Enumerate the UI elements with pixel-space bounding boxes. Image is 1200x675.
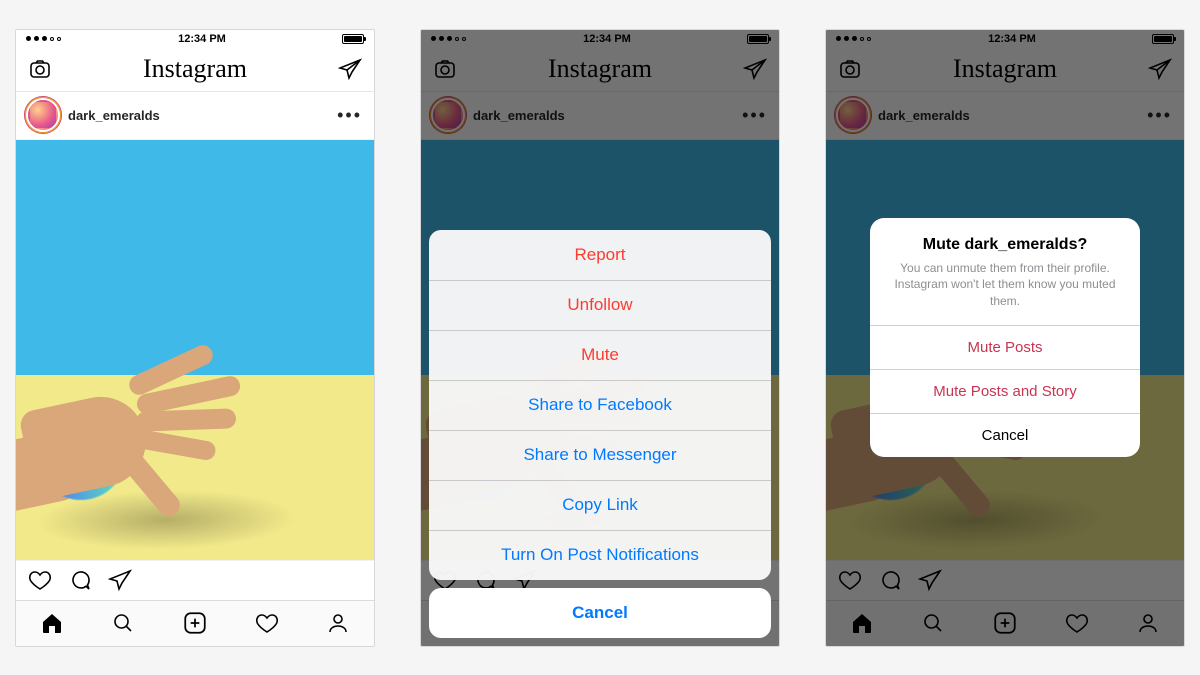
action-mute[interactable]: Mute <box>429 330 771 380</box>
activity-icon[interactable] <box>255 611 279 635</box>
home-icon[interactable] <box>40 611 64 635</box>
signal-indicator <box>26 36 62 41</box>
action-post-notifications[interactable]: Turn On Post Notifications <box>429 530 771 580</box>
action-sheet: Report Unfollow Mute Share to Facebook S… <box>429 230 771 580</box>
action-sheet-overlay[interactable]: Report Unfollow Mute Share to Facebook S… <box>421 30 779 646</box>
screen-mute-dialog: 12:34 PM Instagram dark_emeralds ••• <box>825 29 1185 647</box>
action-report[interactable]: Report <box>429 230 771 280</box>
add-post-icon[interactable] <box>182 610 208 636</box>
screen-action-sheet: 12:34 PM Instagram dark_emeralds ••• <box>420 29 780 647</box>
mute-posts-story-button[interactable]: Mute Posts and Story <box>870 369 1140 413</box>
tab-bar <box>16 600 374 646</box>
mute-dialog-title: Mute dark_emeralds? <box>886 236 1124 254</box>
action-cancel[interactable]: Cancel <box>429 588 771 638</box>
action-unfollow[interactable]: Unfollow <box>429 280 771 330</box>
mute-dialog: Mute dark_emeralds? You can unmute them … <box>870 218 1140 457</box>
post-image[interactable] <box>16 140 374 560</box>
mute-cancel-button[interactable]: Cancel <box>870 413 1140 457</box>
action-share-messenger[interactable]: Share to Messenger <box>429 430 771 480</box>
screen-feed: 12:34 PM Instagram dark_emeralds ••• <box>15 29 375 647</box>
profile-icon[interactable] <box>326 611 350 635</box>
app-logo: Instagram <box>143 54 247 84</box>
post-action-bar <box>16 560 374 600</box>
avatar[interactable] <box>28 100 58 130</box>
direct-message-icon[interactable] <box>338 57 362 81</box>
post-username[interactable]: dark_emeralds <box>68 108 160 123</box>
status-bar: 12:34 PM <box>16 30 374 48</box>
battery-indicator <box>342 34 364 44</box>
share-icon[interactable] <box>108 568 132 592</box>
status-time: 12:34 PM <box>178 33 226 45</box>
app-header: Instagram <box>16 48 374 92</box>
heart-icon[interactable] <box>28 568 52 592</box>
action-share-facebook[interactable]: Share to Facebook <box>429 380 771 430</box>
comment-icon[interactable] <box>68 568 92 592</box>
camera-icon[interactable] <box>28 57 52 81</box>
action-copy-link[interactable]: Copy Link <box>429 480 771 530</box>
mute-dialog-overlay[interactable]: Mute dark_emeralds? You can unmute them … <box>826 30 1184 646</box>
post-header: dark_emeralds ••• <box>16 92 374 140</box>
mute-dialog-message: You can unmute them from their profile. … <box>886 260 1124 309</box>
search-icon[interactable] <box>111 611 135 635</box>
mute-posts-button[interactable]: Mute Posts <box>870 325 1140 369</box>
more-options-icon[interactable]: ••• <box>337 105 362 126</box>
